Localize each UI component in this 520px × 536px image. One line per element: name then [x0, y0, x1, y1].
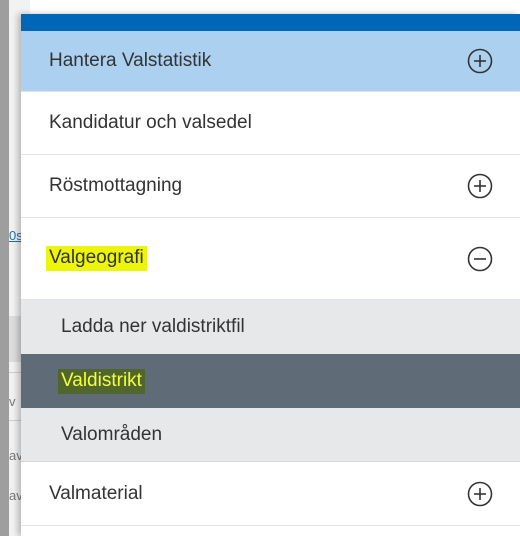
menu-item-label: Hantera Valstatistik: [49, 50, 212, 71]
menu-item-label: Valgeografi: [46, 246, 147, 271]
plus-circle-icon[interactable]: [467, 48, 493, 74]
background-table-header: [9, 316, 21, 362]
submenu-item-label: Valdistrikt: [58, 368, 145, 394]
menu-item-valmaterial[interactable]: Valmaterial: [21, 462, 520, 526]
menu-item-kandidatur-och-valsedel[interactable]: Kandidatur och valsedel: [21, 92, 520, 155]
menu-item-label: Kandidatur och valsedel: [49, 112, 252, 133]
menu-top-bar: [21, 14, 520, 31]
menu-item-hantera-valstatistik[interactable]: Hantera Valstatistik: [21, 31, 520, 92]
plus-circle-icon[interactable]: [467, 481, 493, 507]
menu-item-label: Röstmottagning: [49, 175, 183, 196]
menu-item-valgeografi[interactable]: Valgeografi: [21, 218, 520, 300]
submenu-item-label: Ladda ner valdistriktfil: [61, 316, 245, 337]
background-gray-band: [0, 0, 9, 536]
plus-circle-icon[interactable]: [467, 173, 493, 199]
menu-item-rostmottagning[interactable]: Röstmottagning: [21, 155, 520, 218]
background-divider: [9, 372, 21, 373]
submenu-item-valdistrikt[interactable]: Valdistrikt: [21, 354, 520, 408]
menu-item-label: Valmaterial: [49, 482, 143, 504]
background-divider: [9, 420, 21, 421]
submenu-item-label: Valområden: [61, 423, 163, 445]
minus-circle-icon[interactable]: [467, 246, 493, 272]
submenu-item-valomraden[interactable]: Valområden: [21, 408, 520, 462]
submenu-item-ladda-ner-valdistriktfil[interactable]: Ladda ner valdistriktfil: [21, 300, 520, 354]
navigation-menu: Hantera Valstatistik Kandidatur och vals…: [21, 14, 520, 536]
